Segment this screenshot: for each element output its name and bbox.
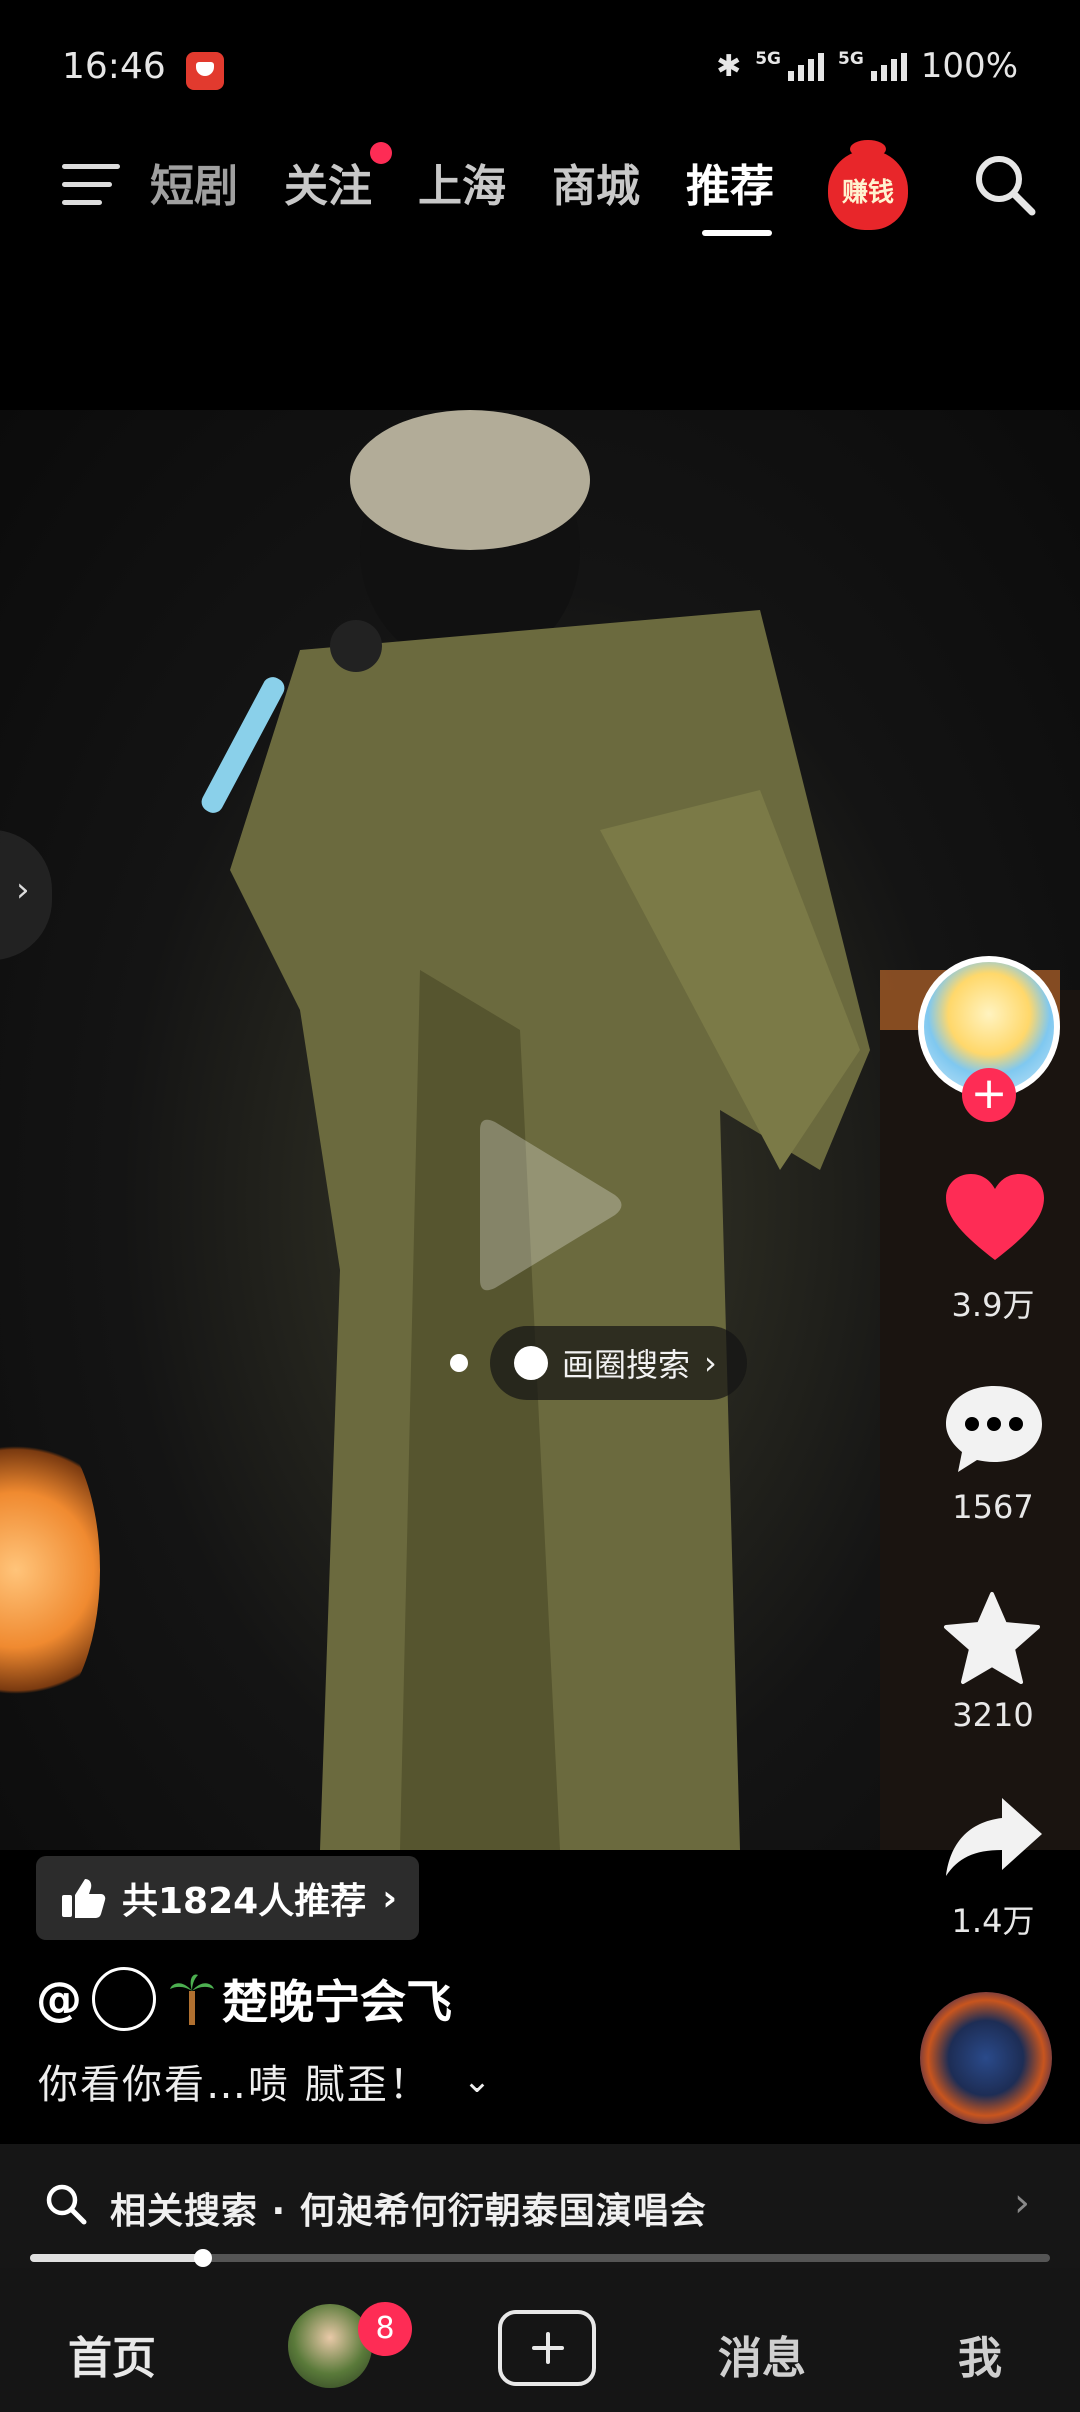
battery-level: 100% — [920, 46, 1018, 86]
author-name-text: 楚晚宁会飞 — [222, 1975, 452, 2029]
chevron-right-icon: › — [382, 1877, 398, 1919]
scrub-dot — [450, 1354, 468, 1372]
comment-count: 1567 — [952, 1488, 1034, 1526]
video-progress-fill — [30, 2254, 203, 2262]
bluetooth-icon: ✱ — [716, 48, 742, 84]
author-name[interactable]: @ 楚晚宁会飞 — [36, 1966, 452, 2032]
star-icon[interactable] — [940, 1590, 1044, 1688]
play-icon[interactable] — [460, 1110, 630, 1300]
chevron-right-icon: › — [1014, 2180, 1030, 2226]
status-indicators: ✱ 5G 5G 100% — [716, 46, 1018, 86]
signal-icon-2: 5G — [838, 51, 907, 81]
comment-icon[interactable] — [944, 1382, 1044, 1474]
nav-me[interactable]: 我 — [958, 2322, 1002, 2386]
search-icon[interactable] — [972, 152, 1038, 218]
top-tabs: 短剧 关注 上海 商城 推荐 — [150, 150, 820, 214]
heart-icon[interactable] — [944, 1172, 1046, 1264]
music-disc[interactable] — [920, 1992, 1052, 2124]
menu-icon[interactable] — [62, 164, 120, 210]
status-time: 16:46 — [62, 46, 166, 87]
nav-home[interactable]: 首页 — [68, 2322, 156, 2386]
recommend-pill[interactable]: 共1824人推荐 › — [36, 1856, 420, 1940]
palm-tree-icon — [170, 1974, 214, 2025]
tab-recommend[interactable]: 推荐 — [686, 150, 774, 214]
create-post-button[interactable] — [498, 2310, 596, 2386]
app-notification-icon — [186, 52, 224, 90]
earn-label: 赚钱 — [841, 177, 894, 208]
chevron-right-icon: › — [704, 1344, 717, 1382]
thumbs-up-icon — [62, 1879, 106, 1918]
following-dot-badge — [370, 142, 392, 164]
caption-text: 你看你看…啧 腻歪！ — [38, 2062, 431, 2108]
earn-money-button[interactable]: 赚钱 — [828, 140, 908, 230]
network-type: 5G — [755, 49, 781, 69]
nav-messages[interactable]: 消息 — [718, 2322, 806, 2386]
network-type-2: 5G — [838, 49, 864, 69]
tab-following[interactable]: 关注 — [284, 150, 372, 214]
chevron-right-icon: › — [16, 870, 30, 910]
share-count: 1.4万 — [951, 1902, 1035, 1940]
hand-pointer-icon — [514, 1346, 548, 1380]
like-count: 3.9万 — [951, 1286, 1035, 1324]
emoji-face-icon — [92, 1967, 156, 2031]
related-search-text: 相关搜索 · 何昶希何衍朝泰国演唱会 — [110, 2191, 707, 2232]
active-tab-underline — [702, 230, 772, 236]
favorite-count: 3210 — [952, 1696, 1034, 1734]
circle-search-label: 画圈搜索 — [562, 1346, 691, 1384]
tab-mall[interactable]: 商城 — [552, 150, 640, 214]
friends-badge: 8 — [358, 2302, 412, 2356]
video-progress-knob[interactable] — [194, 2249, 212, 2267]
nav-friends-avatar[interactable] — [288, 2304, 372, 2388]
search-icon — [46, 2184, 87, 2225]
share-icon[interactable] — [944, 1794, 1044, 1880]
video-caption[interactable]: 你看你看…啧 腻歪！ ⌄ — [38, 2052, 493, 2110]
tab-short-drama[interactable]: 短剧 — [150, 150, 238, 214]
tab-shanghai[interactable]: 上海 — [418, 150, 506, 214]
signal-icon: 5G — [755, 51, 824, 81]
follow-plus-button[interactable]: + — [962, 1068, 1016, 1122]
recommend-label: 共1824人推荐 — [122, 1881, 367, 1922]
circle-search-button[interactable]: 画圈搜索 › — [490, 1326, 747, 1400]
chevron-down-icon[interactable]: ⌄ — [463, 2061, 494, 2101]
author-at-sign: @ — [36, 1972, 82, 2026]
